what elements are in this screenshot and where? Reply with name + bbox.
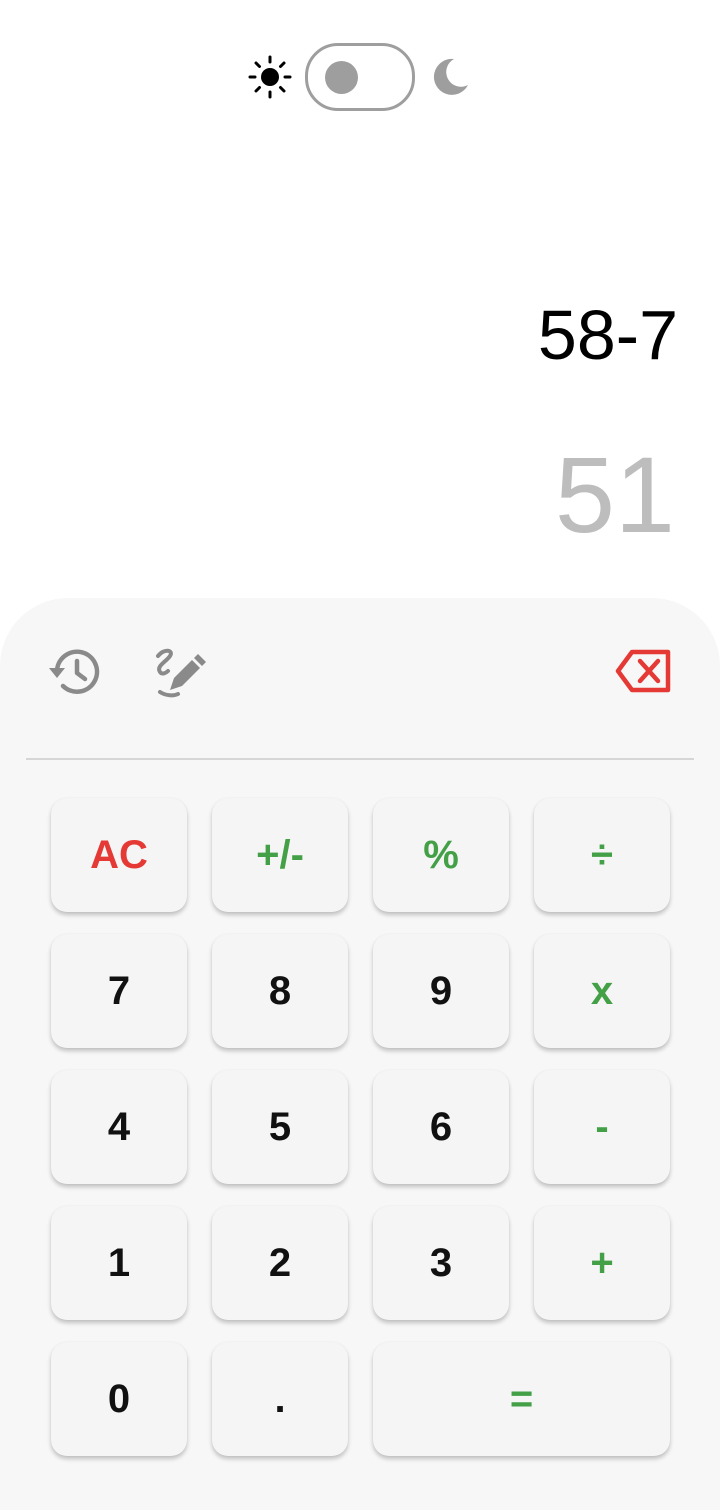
equals-button[interactable]: = (373, 1342, 670, 1456)
plus-minus-button[interactable]: +/- (212, 798, 348, 912)
digit-3-button[interactable]: 3 (373, 1206, 509, 1320)
digit-5-button[interactable]: 5 (212, 1070, 348, 1184)
result-display: 51 (554, 434, 675, 555)
history-icon[interactable] (46, 642, 106, 702)
calculator-screen: 58-7 51 AC +/- % ÷ 7 8 9 x 4 5 6 - 1 2 3… (0, 0, 720, 1510)
divider (26, 758, 694, 760)
keypad-panel: AC +/- % ÷ 7 8 9 x 4 5 6 - 1 2 3 + 0 . = (0, 598, 720, 1510)
multiply-button[interactable]: x (534, 934, 670, 1048)
minus-button[interactable]: - (534, 1070, 670, 1184)
theme-toggle-row (0, 43, 720, 111)
moon-icon (433, 58, 468, 95)
digit-8-button[interactable]: 8 (212, 934, 348, 1048)
plus-button[interactable]: + (534, 1206, 670, 1320)
digit-2-button[interactable]: 2 (212, 1206, 348, 1320)
digit-6-button[interactable]: 6 (373, 1070, 509, 1184)
decimal-button[interactable]: . (212, 1342, 348, 1456)
toggle-knob (325, 61, 358, 94)
sun-icon (248, 55, 292, 99)
digit-1-button[interactable]: 1 (51, 1206, 187, 1320)
digit-7-button[interactable]: 7 (51, 934, 187, 1048)
clear-all-button[interactable]: AC (51, 798, 187, 912)
edit-icon[interactable] (148, 642, 208, 702)
digit-4-button[interactable]: 4 (51, 1070, 187, 1184)
backspace-icon[interactable] (614, 644, 674, 698)
percent-button[interactable]: % (373, 798, 509, 912)
divide-button[interactable]: ÷ (534, 798, 670, 912)
expression-display: 58-7 (537, 296, 678, 374)
digit-9-button[interactable]: 9 (373, 934, 509, 1048)
digit-0-button[interactable]: 0 (51, 1342, 187, 1456)
theme-toggle-switch[interactable] (305, 43, 415, 111)
